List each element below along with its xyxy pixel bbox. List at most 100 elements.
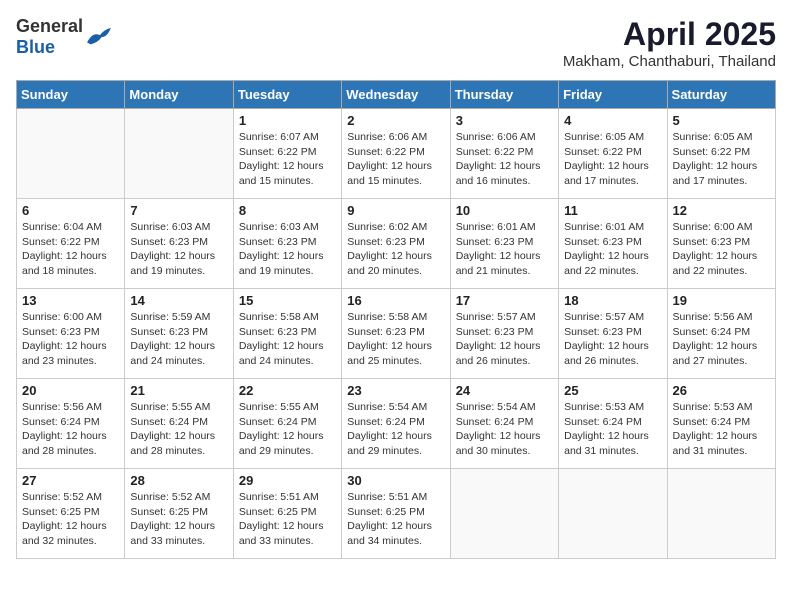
day-info: Sunrise: 5:54 AM Sunset: 6:24 PM Dayligh… [456, 400, 553, 459]
calendar-cell: 19 Sunrise: 5:56 AM Sunset: 6:24 PM Dayli… [667, 289, 775, 379]
calendar-cell: 1Sunrise: 6:07 AM Sunset: 6:22 PM Daylig… [233, 109, 341, 199]
calendar-cell: 29 Sunrise: 5:51 AM Sunset: 6:25 PM Dayli… [233, 469, 341, 559]
calendar-cell [450, 469, 558, 559]
month-title: April 2025 [563, 16, 776, 53]
calendar-cell: 7 Sunrise: 6:03 AM Sunset: 6:23 PM Daylig… [125, 199, 233, 289]
calendar-cell [667, 469, 775, 559]
location: Makham, Chanthaburi, Thailand [563, 53, 776, 70]
day-number: 4 [564, 113, 661, 128]
day-number: 6 [22, 203, 119, 218]
day-info: Sunrise: 6:05 AM Sunset: 6:22 PM Dayligh… [564, 130, 661, 189]
day-number: 10 [456, 203, 553, 218]
day-info: Sunrise: 6:07 AM Sunset: 6:22 PM Dayligh… [239, 130, 336, 189]
day-info: Sunrise: 5:56 AM Sunset: 6:24 PM Dayligh… [673, 310, 770, 369]
day-number: 27 [22, 473, 119, 488]
calendar-cell [17, 109, 125, 199]
day-info: Sunrise: 6:03 AM Sunset: 6:23 PM Dayligh… [239, 220, 336, 279]
day-number: 20 [22, 383, 119, 398]
calendar-cell: 26Sunrise: 5:53 AM Sunset: 6:24 PM Dayli… [667, 379, 775, 469]
calendar-cell: 12Sunrise: 6:00 AM Sunset: 6:23 PM Dayli… [667, 199, 775, 289]
day-number: 29 [239, 473, 336, 488]
day-info: Sunrise: 6:04 AM Sunset: 6:22 PM Dayligh… [22, 220, 119, 279]
calendar-cell: 3 Sunrise: 6:06 AM Sunset: 6:22 PM Daylig… [450, 109, 558, 199]
day-number: 19 [673, 293, 770, 308]
day-info: Sunrise: 6:02 AM Sunset: 6:23 PM Dayligh… [347, 220, 444, 279]
calendar-cell: 23 Sunrise: 5:54 AM Sunset: 6:24 PM Dayli… [342, 379, 450, 469]
weekday-header: Saturday [667, 81, 775, 109]
day-info: Sunrise: 5:56 AM Sunset: 6:24 PM Dayligh… [22, 400, 119, 459]
day-number: 16 [347, 293, 444, 308]
calendar-cell: 25 Sunrise: 5:53 AM Sunset: 6:24 PM Dayli… [559, 379, 667, 469]
calendar-week-row: 6 Sunrise: 6:04 AM Sunset: 6:22 PM Daylig… [17, 199, 776, 289]
calendar-week-row: 1Sunrise: 6:07 AM Sunset: 6:22 PM Daylig… [17, 109, 776, 199]
day-info: Sunrise: 5:58 AM Sunset: 6:23 PM Dayligh… [347, 310, 444, 369]
calendar-week-row: 20 Sunrise: 5:56 AM Sunset: 6:24 PM Dayli… [17, 379, 776, 469]
calendar-cell: 22 Sunrise: 5:55 AM Sunset: 6:24 PM Dayli… [233, 379, 341, 469]
weekday-header: Friday [559, 81, 667, 109]
day-info: Sunrise: 5:53 AM Sunset: 6:24 PM Dayligh… [564, 400, 661, 459]
calendar-body: 1Sunrise: 6:07 AM Sunset: 6:22 PM Daylig… [17, 109, 776, 559]
logo: General Blue [16, 16, 113, 58]
calendar-cell: 9 Sunrise: 6:02 AM Sunset: 6:23 PM Daylig… [342, 199, 450, 289]
logo-general: General [16, 16, 83, 36]
day-number: 3 [456, 113, 553, 128]
calendar-cell: 10 Sunrise: 6:01 AM Sunset: 6:23 PM Dayli… [450, 199, 558, 289]
calendar-cell: 30Sunrise: 5:51 AM Sunset: 6:25 PM Dayli… [342, 469, 450, 559]
calendar-cell: 11 Sunrise: 6:01 AM Sunset: 6:23 PM Dayli… [559, 199, 667, 289]
calendar-cell: 8 Sunrise: 6:03 AM Sunset: 6:23 PM Daylig… [233, 199, 341, 289]
day-number: 24 [456, 383, 553, 398]
day-number: 15 [239, 293, 336, 308]
day-number: 8 [239, 203, 336, 218]
day-info: Sunrise: 5:57 AM Sunset: 6:23 PM Dayligh… [564, 310, 661, 369]
day-info: Sunrise: 5:52 AM Sunset: 6:25 PM Dayligh… [22, 490, 119, 549]
day-number: 7 [130, 203, 227, 218]
day-number: 13 [22, 293, 119, 308]
day-number: 26 [673, 383, 770, 398]
logo-bird-icon [85, 26, 113, 48]
weekday-header: Monday [125, 81, 233, 109]
calendar-cell [125, 109, 233, 199]
calendar-cell: 27 Sunrise: 5:52 AM Sunset: 6:25 PM Dayli… [17, 469, 125, 559]
calendar-cell: 21Sunrise: 5:55 AM Sunset: 6:24 PM Dayli… [125, 379, 233, 469]
day-number: 28 [130, 473, 227, 488]
calendar-week-row: 27 Sunrise: 5:52 AM Sunset: 6:25 PM Dayli… [17, 469, 776, 559]
calendar-cell: 4 Sunrise: 6:05 AM Sunset: 6:22 PM Daylig… [559, 109, 667, 199]
day-info: Sunrise: 5:54 AM Sunset: 6:24 PM Dayligh… [347, 400, 444, 459]
calendar-cell: 15 Sunrise: 5:58 AM Sunset: 6:23 PM Dayli… [233, 289, 341, 379]
day-info: Sunrise: 6:01 AM Sunset: 6:23 PM Dayligh… [564, 220, 661, 279]
calendar-cell: 13Sunrise: 6:00 AM Sunset: 6:23 PM Dayli… [17, 289, 125, 379]
calendar-cell: 18Sunrise: 5:57 AM Sunset: 6:23 PM Dayli… [559, 289, 667, 379]
day-info: Sunrise: 5:58 AM Sunset: 6:23 PM Dayligh… [239, 310, 336, 369]
day-info: Sunrise: 6:03 AM Sunset: 6:23 PM Dayligh… [130, 220, 227, 279]
day-number: 9 [347, 203, 444, 218]
day-info: Sunrise: 6:01 AM Sunset: 6:23 PM Dayligh… [456, 220, 553, 279]
day-number: 22 [239, 383, 336, 398]
day-number: 21 [130, 383, 227, 398]
calendar-cell [559, 469, 667, 559]
calendar-cell: 20 Sunrise: 5:56 AM Sunset: 6:24 PM Dayli… [17, 379, 125, 469]
calendar-cell: 14 Sunrise: 5:59 AM Sunset: 6:23 PM Dayli… [125, 289, 233, 379]
calendar-cell: 2Sunrise: 6:06 AM Sunset: 6:22 PM Daylig… [342, 109, 450, 199]
day-info: Sunrise: 6:00 AM Sunset: 6:23 PM Dayligh… [673, 220, 770, 279]
day-info: Sunrise: 5:55 AM Sunset: 6:24 PM Dayligh… [239, 400, 336, 459]
calendar-cell: 16 Sunrise: 5:58 AM Sunset: 6:23 PM Dayli… [342, 289, 450, 379]
calendar-table: SundayMondayTuesdayWednesdayThursdayFrid… [16, 80, 776, 559]
weekday-header: Tuesday [233, 81, 341, 109]
weekday-header: Wednesday [342, 81, 450, 109]
day-number: 11 [564, 203, 661, 218]
day-info: Sunrise: 5:59 AM Sunset: 6:23 PM Dayligh… [130, 310, 227, 369]
calendar-cell: 17Sunrise: 5:57 AM Sunset: 6:23 PM Dayli… [450, 289, 558, 379]
calendar-cell: 6 Sunrise: 6:04 AM Sunset: 6:22 PM Daylig… [17, 199, 125, 289]
logo-text: General Blue [16, 16, 83, 58]
calendar-cell: 5Sunrise: 6:05 AM Sunset: 6:22 PM Daylig… [667, 109, 775, 199]
day-number: 30 [347, 473, 444, 488]
day-info: Sunrise: 5:51 AM Sunset: 6:25 PM Dayligh… [239, 490, 336, 549]
day-number: 23 [347, 383, 444, 398]
logo-blue: Blue [16, 37, 55, 57]
calendar-cell: 24 Sunrise: 5:54 AM Sunset: 6:24 PM Dayli… [450, 379, 558, 469]
day-number: 14 [130, 293, 227, 308]
day-info: Sunrise: 6:06 AM Sunset: 6:22 PM Dayligh… [456, 130, 553, 189]
day-info: Sunrise: 5:57 AM Sunset: 6:23 PM Dayligh… [456, 310, 553, 369]
calendar-header: SundayMondayTuesdayWednesdayThursdayFrid… [17, 81, 776, 109]
day-number: 25 [564, 383, 661, 398]
